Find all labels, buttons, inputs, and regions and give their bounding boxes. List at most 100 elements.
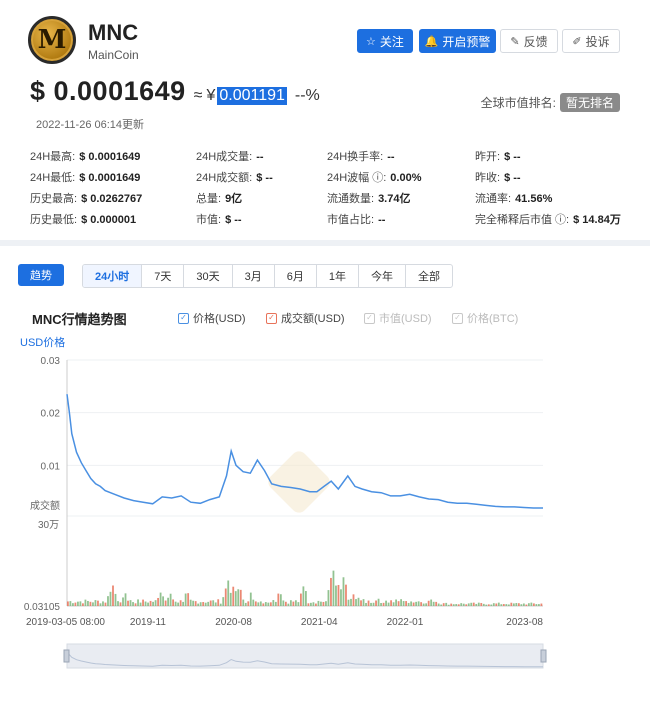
volume-bar [282,600,285,606]
volume-bar [224,588,227,606]
volume-bar [194,601,197,606]
stat-value: 9亿 [225,193,243,205]
volume-bar [72,603,74,606]
volume-bar [237,589,240,606]
volume-bar [79,601,82,606]
coin-logo: M [28,16,76,64]
volume-bar [470,602,473,606]
volume-bar [530,602,533,606]
stat-value: $ -- [225,214,242,226]
volume-bar [435,601,438,606]
zoom-handle-right [540,649,547,663]
volume-bar [375,600,377,606]
volume-bar [540,603,543,606]
volume-bar [422,603,425,606]
volume-bar [505,604,508,606]
stat-item: 24H波幅 ⓘ: 0.00% [327,169,422,185]
volume-bar [214,602,217,606]
volume-bar [350,598,352,606]
volume-bar [177,602,180,606]
volume-bar [457,604,460,606]
volume-bar [289,600,292,606]
updated-time: 2022-11-26 06:14更新 [36,119,145,131]
stat-label: 总量: [196,193,222,205]
volume-axis-title: 成交额 [30,499,60,512]
stat-value: $ -- [504,172,521,184]
edit-icon: ✎ [510,35,520,48]
volume-bar [385,600,387,606]
price-change: --% [294,87,320,104]
volume-bar [377,598,380,606]
volume-bar [510,602,513,606]
volume-bar [274,601,277,606]
volume-bar [229,592,232,606]
volume-bar [360,600,362,606]
volume-max-label: 30万 [38,520,59,531]
volume-bar [297,602,300,606]
volume-bar [227,580,230,606]
volume-bar [267,602,270,606]
volume-bar [312,602,315,606]
stat-value: $ 0.000001 [81,214,137,226]
volume-bar [97,600,99,606]
volume-bar [172,599,175,606]
volume-bar [284,601,287,606]
volume-bar [147,602,149,606]
stat-value: 41.56% [515,193,553,205]
stat-value: $ 0.0001649 [79,151,141,163]
approx-sign: ≈ [193,87,203,104]
stat-label: 24H换手率: [327,151,384,163]
chart-card: 趋势 24小时 7天 30天 3月 6月 1年 今年 全部 MNC行情趋势图 ✓ 价格(USD)… [0,246,650,719]
volume-bar [134,603,137,606]
volume-bar [144,601,147,606]
volume-bar [420,602,423,606]
volume-bar [152,601,154,606]
volume-bar [127,600,129,606]
volume-bar [500,604,503,606]
stat-item: 流通数量: 3.74亿 [327,190,410,206]
stat-item: 市值占比: -- [327,211,385,227]
coin-summary-card: M MNC MainCoin ☆ 关注 🔔 开启预警 ✎ 反馈 ✐ 投诉 $ 0.000… [0,0,650,240]
stat-value: -- [378,214,386,226]
volume-bar [107,596,109,606]
volume-bar [162,596,164,606]
volume-bar [99,603,102,606]
stat-label: 历史最高: [30,193,78,205]
volume-bar [257,602,260,606]
volume-bar [89,601,92,606]
stat-label: 昨收: [475,172,501,184]
follow-button[interactable]: ☆ 关注 [357,29,413,53]
volume-bar [337,584,340,606]
stat-label: 市值占比: [327,214,375,226]
volume-bar [412,602,415,606]
volume-bar [287,603,290,606]
volume-bar [335,585,337,606]
volume-bar [114,593,117,606]
volume-bar [397,601,400,606]
y-tick-label: 0.01 [41,461,61,472]
feedback-button[interactable]: ✎ 反馈 [500,29,558,53]
volume-bar [525,604,528,606]
global-rank: 全球市值排名: 暂无排名 [481,93,620,112]
volume-bar [467,603,470,606]
volume-bar [149,600,152,606]
stat-item: 24H换手率: -- [327,148,395,164]
zoom-handle-left [63,649,70,663]
stat-label: 流通率: [475,193,512,205]
volume-bar [189,599,192,606]
complain-button[interactable]: ✐ 投诉 [562,29,620,53]
price-cny: 0.001191 [217,87,287,105]
volume-bar [480,602,483,606]
volume-bar [387,602,390,606]
volume-bar [305,591,307,606]
alert-button[interactable]: 🔔 开启预警 [419,29,496,53]
volume-bar [352,594,355,606]
volume-bar [102,601,104,606]
volume-bar [182,601,185,606]
coin-symbol: MNC [88,20,139,45]
stat-item: 历史最低: $ 0.000001 [30,211,136,227]
volume-bar [400,599,402,606]
stat-label: 24H最高: [30,151,76,163]
volume-bar [292,601,295,606]
rank-badge: 暂无排名 [559,93,620,112]
